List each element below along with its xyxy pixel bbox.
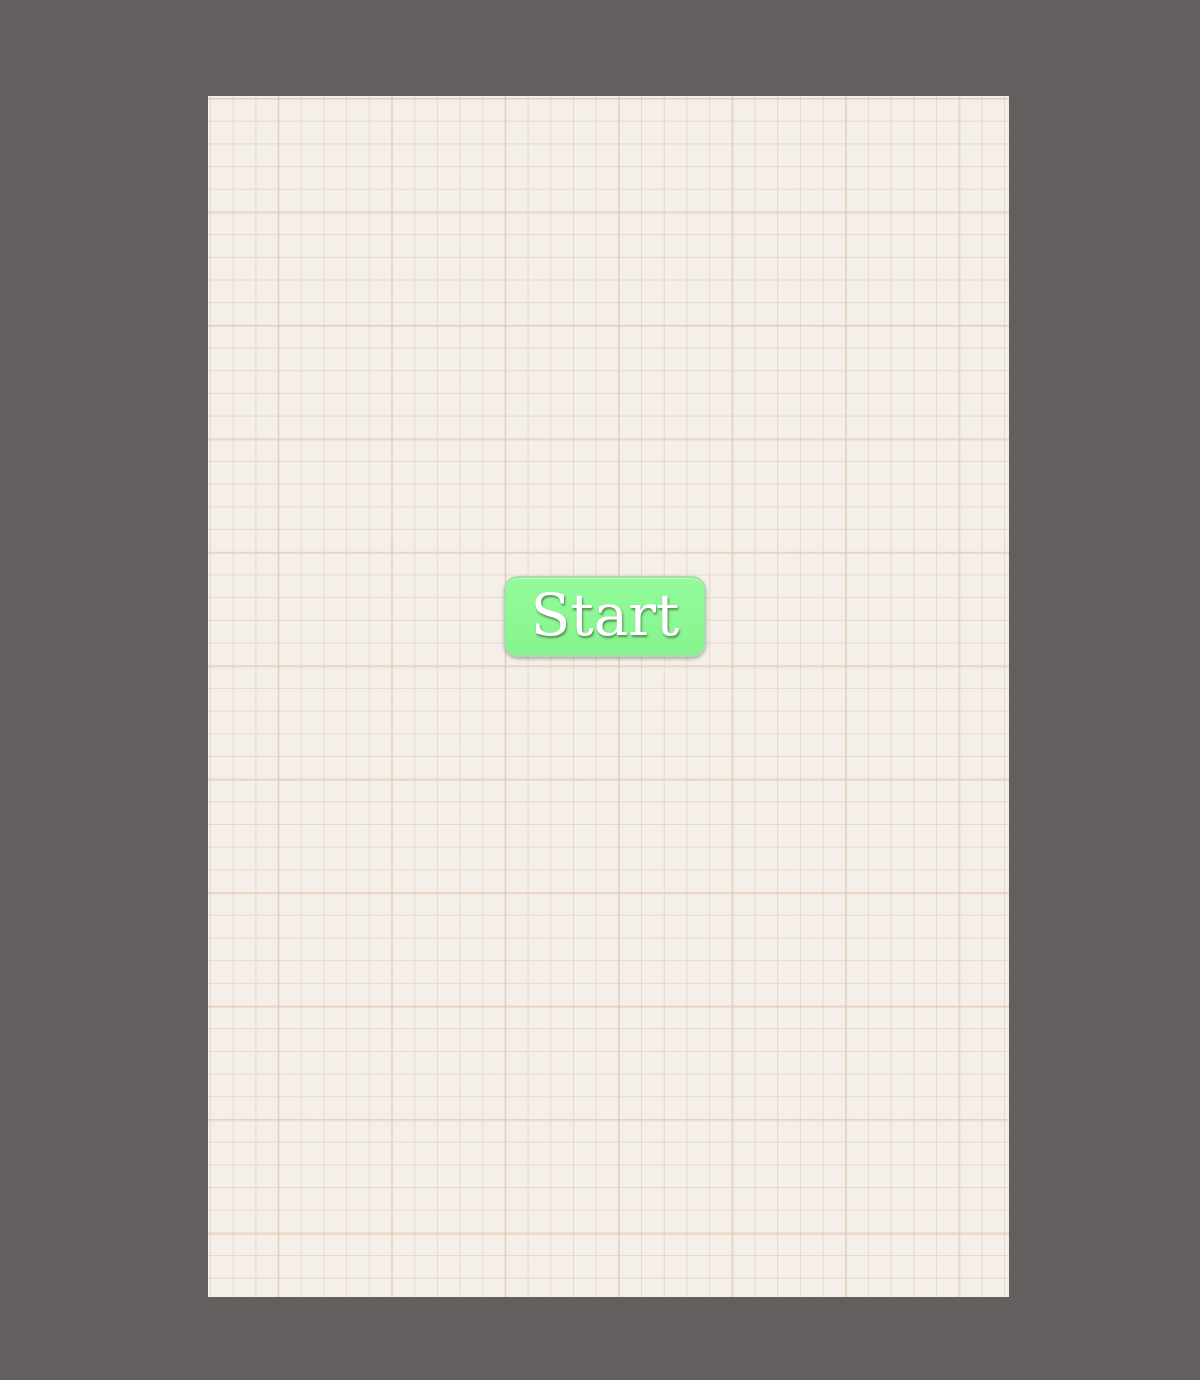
start-button-label: Start [530,580,680,649]
page-backdrop: Start [0,0,1200,1380]
start-button[interactable]: Start [504,576,706,657]
game-canvas[interactable]: Start [208,96,1009,1297]
